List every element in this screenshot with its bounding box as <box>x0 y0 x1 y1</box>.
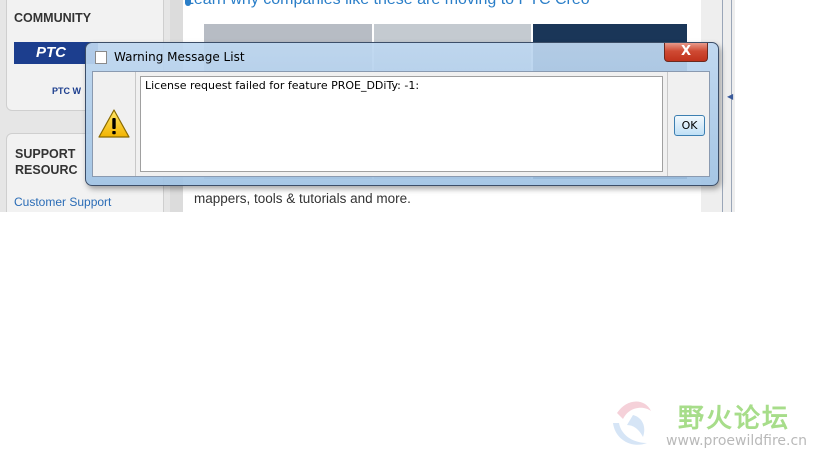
dialog-titlebar[interactable]: Warning Message List X <box>86 43 718 69</box>
support-heading: SUPPORT RESOURC <box>15 147 78 177</box>
warning-triangle-icon <box>98 109 130 138</box>
customer-support-link[interactable]: Customer Support <box>14 195 111 209</box>
ok-button[interactable]: OK <box>674 115 705 136</box>
watermark-name: 野火论坛 <box>678 404 791 434</box>
window-icon <box>95 51 107 64</box>
warning-message: License request failed for feature PROE_… <box>145 79 420 92</box>
icon-divider <box>135 72 136 176</box>
scroll-arrow-icon[interactable]: ◀ <box>727 92 733 101</box>
button-divider <box>667 72 668 176</box>
warning-dialog: Warning Message List X License request f… <box>85 42 719 186</box>
headline[interactable]: Learn why companies like these are movin… <box>185 0 590 9</box>
dialog-body: License request failed for feature PROE_… <box>92 71 710 177</box>
community-heading: COMMUNITY <box>14 11 92 25</box>
body-text: mappers, tools & tutorials and more. <box>194 191 411 206</box>
close-button[interactable]: X <box>664 43 708 62</box>
scrollbar-track[interactable] <box>722 0 723 212</box>
ptc-sub-logo[interactable]: PTC W <box>52 86 81 96</box>
watermark-url: www.proewildfire.cn <box>666 433 808 449</box>
message-list[interactable]: License request failed for feature PROE_… <box>140 76 663 172</box>
scrollbar-edge <box>731 0 732 212</box>
watermark-logo-icon <box>613 401 651 445</box>
dialog-title: Warning Message List <box>114 50 245 64</box>
